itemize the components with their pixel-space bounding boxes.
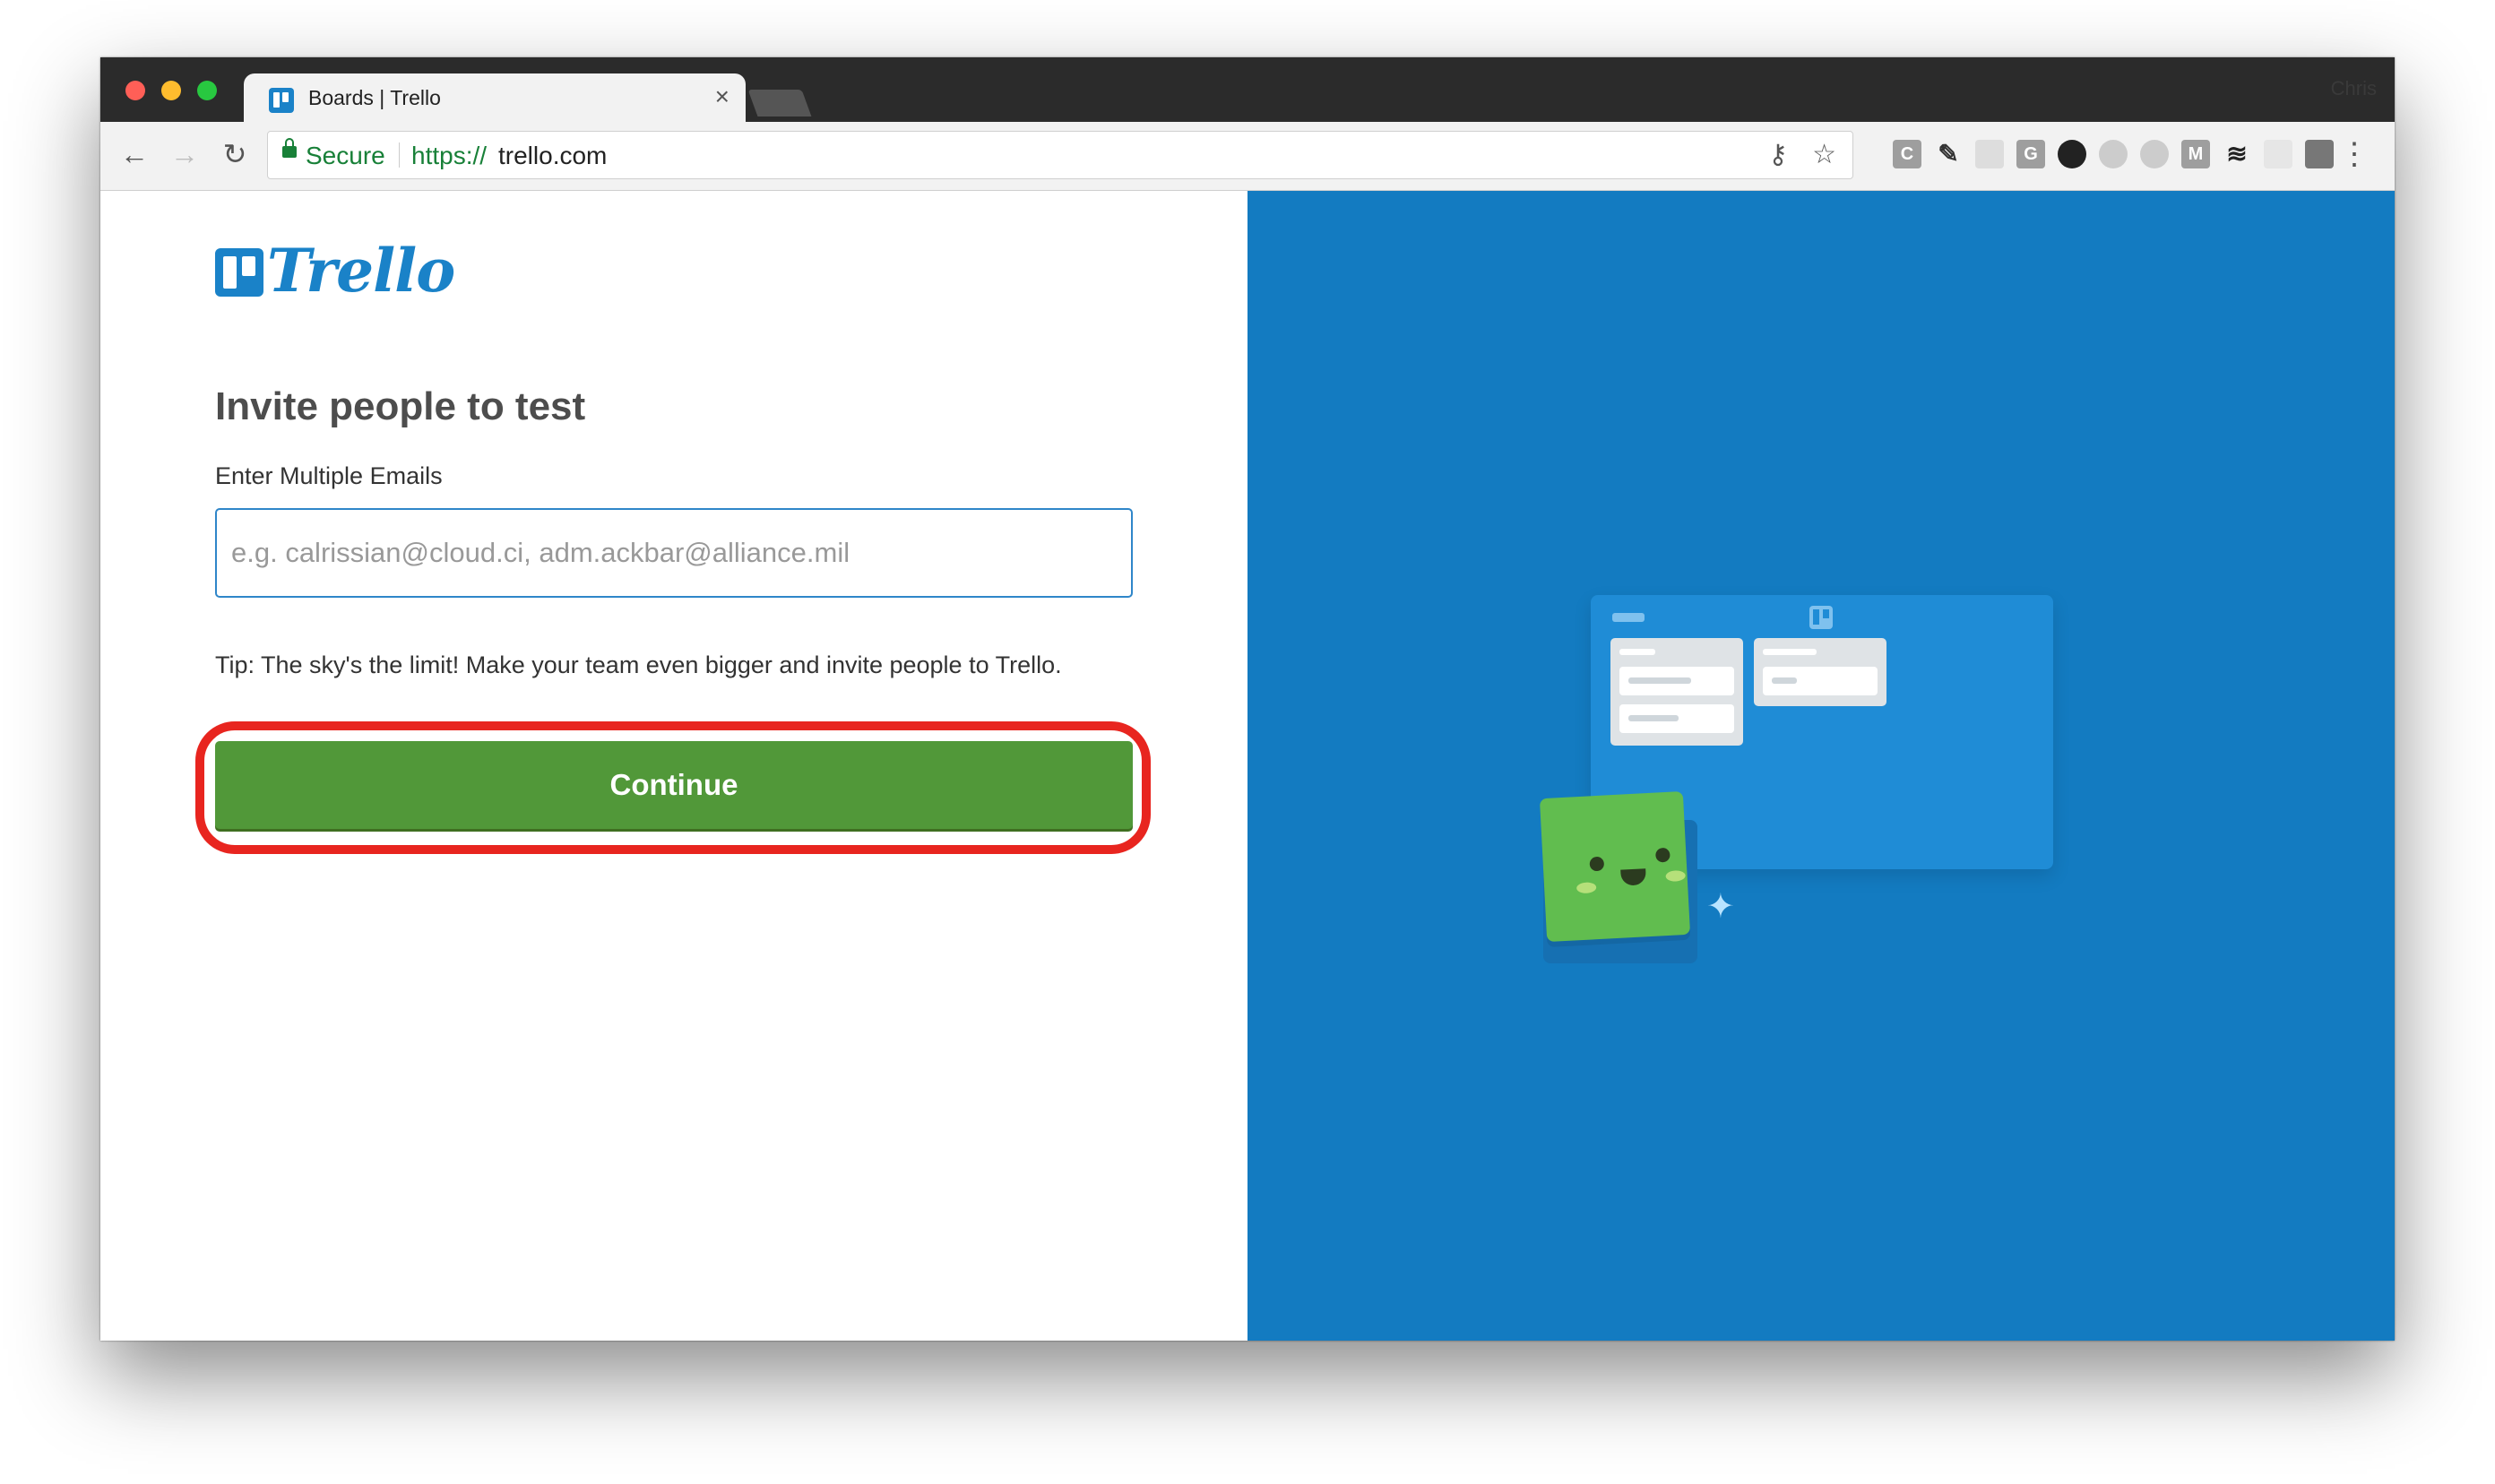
trello-favicon-icon <box>269 88 294 113</box>
new-tab-button[interactable] <box>747 90 812 116</box>
card-graphic <box>1619 667 1734 695</box>
color-wheel-icon[interactable] <box>2058 140 2086 168</box>
list-graphic <box>1610 638 1743 746</box>
continue-button[interactable]: Continue <box>215 741 1133 829</box>
extension-g-icon[interactable]: G <box>2016 140 2045 168</box>
u-extension-icon[interactable] <box>2140 140 2169 168</box>
title-bar: Boards | Trello × Chris <box>100 57 2395 122</box>
list-title-bar <box>1763 649 1817 655</box>
card-text-bar <box>1628 677 1691 684</box>
more-menu-icon[interactable]: ⋮ <box>2339 134 2370 174</box>
key-icon[interactable]: ⚷ <box>1768 139 1788 171</box>
email-field[interactable] <box>215 508 1133 598</box>
taco-mascot <box>1539 790 1691 943</box>
illustration-pane: ✦ <box>1248 191 2395 1341</box>
lock-icon <box>282 138 297 158</box>
mascot-cheek <box>1576 882 1597 894</box>
email-field-label: Enter Multiple Emails <box>215 462 443 489</box>
trello-board-icon <box>215 248 263 297</box>
maximize-window-button[interactable] <box>197 81 217 100</box>
reload-icon[interactable]: ↻ <box>215 134 255 174</box>
invite-form-pane: Trello Invite people to test Enter Multi… <box>100 191 1248 1341</box>
browser-window: Boards | Trello × Chris ← → ↻ Secure htt… <box>100 57 2395 1341</box>
url-scheme: https:// <box>411 142 488 169</box>
address-bar[interactable]: Secure https:// trello.com ⚷ ☆ <box>267 131 1853 179</box>
url-host: trello.com <box>498 142 608 169</box>
tab-title: Boards | Trello <box>308 86 441 109</box>
notes-extension-icon[interactable] <box>2305 140 2334 168</box>
invite-tip: Tip: The sky's the limit! Make your team… <box>215 651 1062 678</box>
mascot-mouth <box>1620 868 1647 886</box>
extension-m-icon[interactable]: M <box>2181 140 2210 168</box>
secure-label[interactable]: Secure <box>306 142 385 170</box>
card-graphic <box>1619 704 1734 733</box>
video-extension-icon[interactable] <box>1975 140 2004 168</box>
card-text-bar <box>1628 715 1679 721</box>
forward-arrow-icon[interactable]: → <box>165 134 204 174</box>
card-graphic <box>1763 667 1878 695</box>
sparkle-icon: ✦ <box>1706 888 1735 926</box>
close-window-button[interactable] <box>125 81 145 100</box>
list-title-bar <box>1619 649 1655 655</box>
mascot-cheek <box>1665 869 1686 883</box>
star-icon[interactable]: ☆ <box>1812 139 1836 171</box>
card-text-bar <box>1772 677 1797 684</box>
page-content: Trello Invite people to test Enter Multi… <box>100 191 2395 1341</box>
browser-toolbar: ← → ↻ Secure https:// trello.com ⚷ ☆ C ✎… <box>100 122 2395 191</box>
board-header-bar <box>1612 613 1645 622</box>
mascot-eye <box>1654 847 1671 863</box>
tab-close-icon[interactable]: × <box>715 82 730 111</box>
sync-extension-icon[interactable] <box>2099 140 2128 168</box>
list-graphic <box>1754 638 1886 706</box>
buffer-layers-icon[interactable]: ≋ <box>2223 140 2251 168</box>
board-illustration: ✦ <box>1248 191 2395 1341</box>
minimize-window-button[interactable] <box>161 81 181 100</box>
profile-name[interactable]: Chris <box>2331 77 2377 100</box>
address-divider <box>399 142 400 168</box>
mascot-eye <box>1589 856 1605 872</box>
eyedropper-icon[interactable]: ✎ <box>1934 140 1963 168</box>
extension-c-icon[interactable]: C <box>1893 140 1921 168</box>
board-logo-icon <box>1809 606 1833 629</box>
cachet-extension-icon[interactable] <box>2264 140 2292 168</box>
trello-wordmark: Trello <box>267 236 455 306</box>
page-title: Invite people to test <box>215 384 586 428</box>
trello-logo[interactable]: Trello <box>215 236 455 306</box>
back-arrow-icon[interactable]: ← <box>115 134 154 174</box>
browser-tab-boards[interactable]: Boards | Trello × <box>244 73 746 122</box>
